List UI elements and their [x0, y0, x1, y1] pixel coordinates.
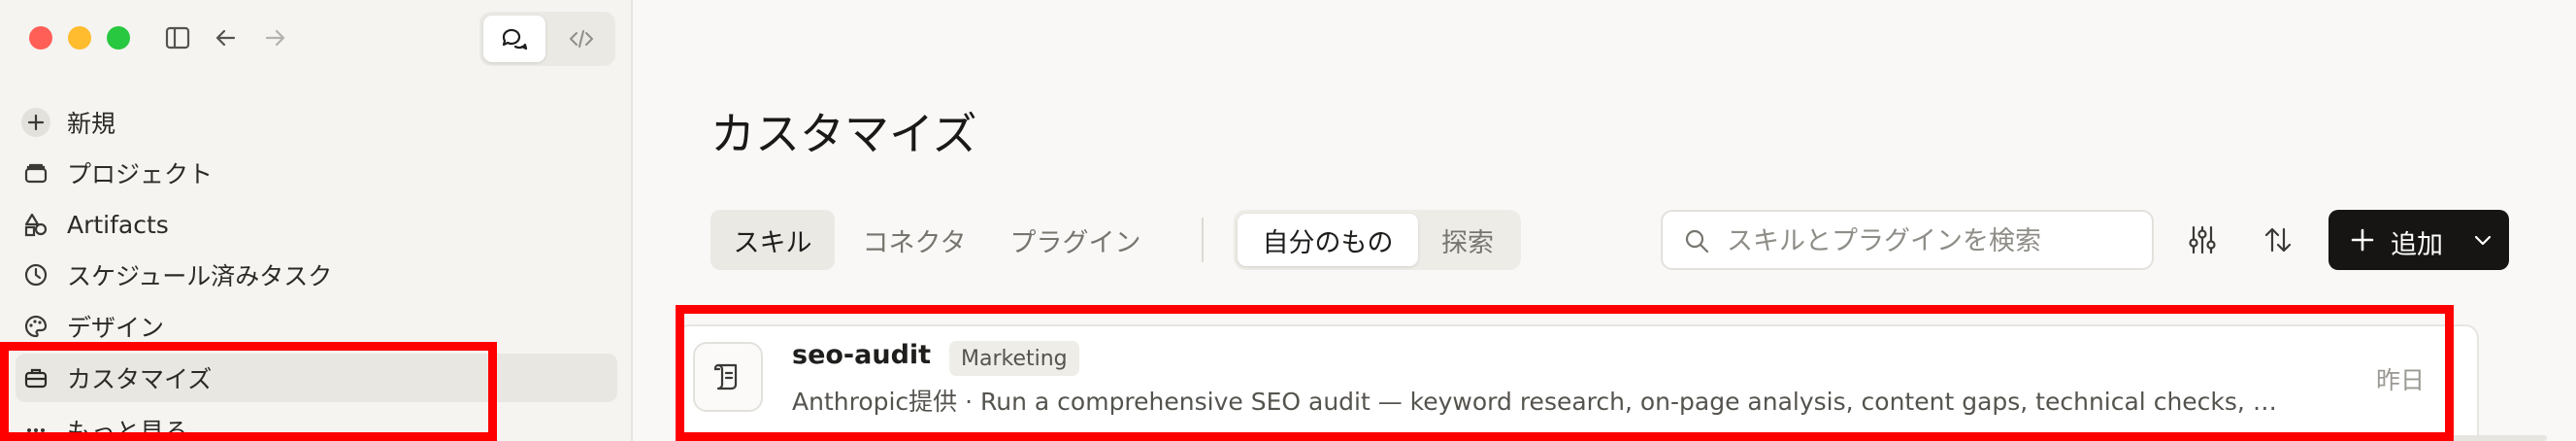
view-toggle: [479, 12, 615, 66]
search-icon: [1682, 226, 1711, 255]
scope-explore-button[interactable]: 探索: [1418, 214, 1517, 266]
divider: [1202, 218, 1204, 262]
clock-icon: [19, 258, 52, 291]
sidebar-item-label: 新規: [67, 110, 116, 138]
plus-icon: [19, 106, 52, 139]
back-arrow-icon[interactable]: [210, 21, 243, 54]
sidebar-item-artifacts[interactable]: Artifacts: [16, 200, 617, 249]
close-window-button[interactable]: [29, 26, 52, 50]
minimize-window-button[interactable]: [68, 26, 91, 50]
chat-bubbles-icon[interactable]: [483, 16, 545, 62]
highlight-box-customize: [0, 342, 497, 441]
sidebar-item-label: スケジュール済みタスク: [67, 262, 333, 290]
scope-mine-button[interactable]: 自分のもの: [1238, 214, 1418, 266]
page-title: カスタマイズ: [710, 108, 977, 160]
chevron-down-icon: [2470, 227, 2495, 253]
search-box: [1661, 210, 2154, 270]
folder-icon: [19, 156, 52, 189]
tab-skills[interactable]: スキル: [710, 210, 835, 270]
sidebar-item-new[interactable]: 新規: [16, 98, 617, 147]
shapes-icon: [19, 208, 52, 241]
sidebar-item-projects[interactable]: プロジェクト: [16, 149, 617, 197]
code-icon[interactable]: [551, 16, 611, 62]
zoom-window-button[interactable]: [107, 26, 130, 50]
sidebar-item-label: Artifacts: [67, 210, 169, 239]
filter-sliders-icon[interactable]: [2176, 214, 2229, 266]
tab-connectors[interactable]: コネクタ: [848, 210, 980, 270]
tab-plugins[interactable]: プラグイン: [994, 210, 1157, 270]
sidebar-item-scheduled-tasks[interactable]: スケジュール済みタスク: [16, 251, 617, 299]
highlight-box-skill-card: [676, 305, 2454, 441]
palette-icon: [19, 310, 52, 343]
sort-icon[interactable]: [2252, 214, 2304, 266]
search-input[interactable]: [1727, 221, 2134, 260]
forward-arrow-icon[interactable]: [258, 21, 291, 54]
sidebar-item-label: プロジェクト: [67, 160, 214, 188]
scope-toggle: 自分のもの 探索: [1234, 210, 1521, 270]
sidebar-toggle-icon[interactable]: [161, 21, 194, 54]
add-button-label: 追加: [2391, 230, 2443, 260]
add-button[interactable]: 追加: [2328, 210, 2509, 270]
plus-icon: [2348, 225, 2377, 254]
sidebar-item-label: デザイン: [67, 314, 165, 342]
